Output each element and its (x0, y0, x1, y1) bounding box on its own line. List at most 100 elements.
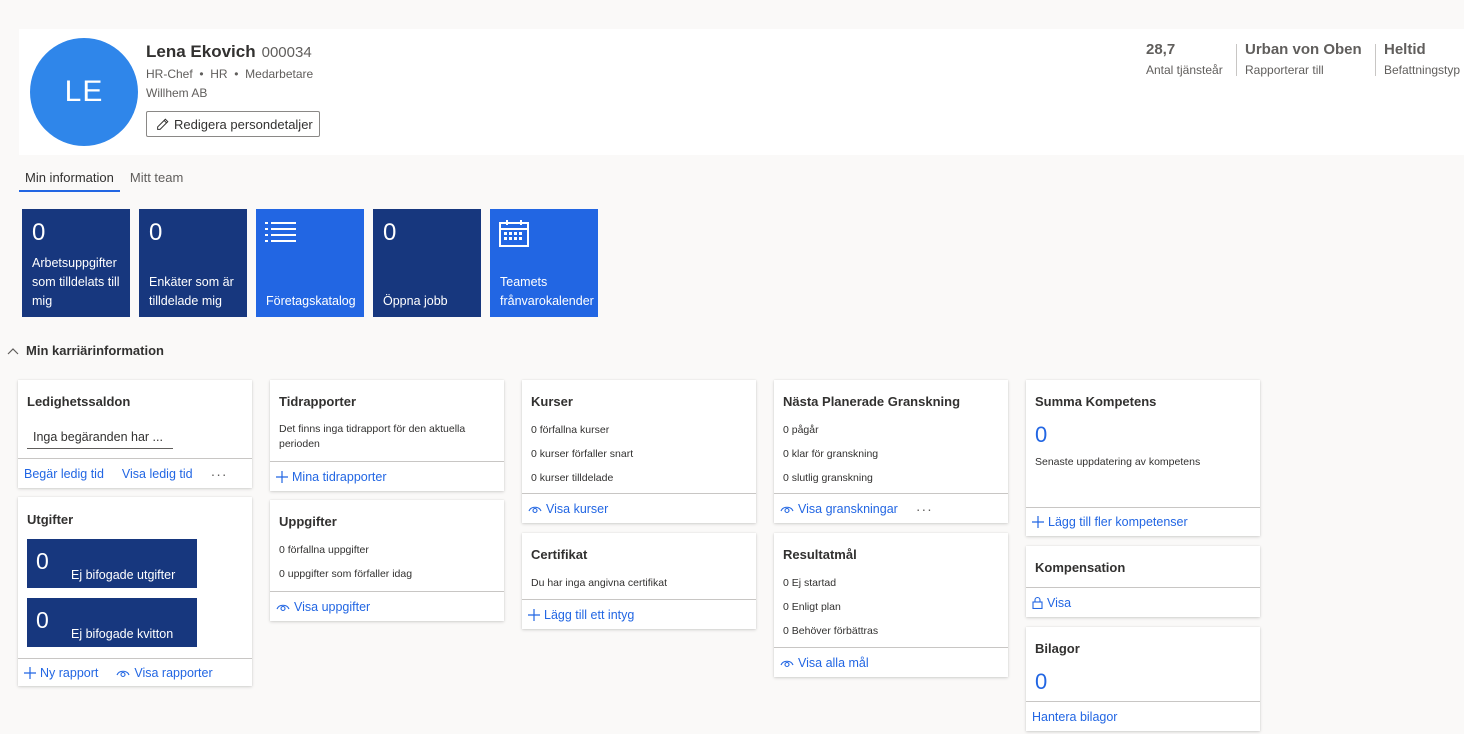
edit-person-details-label: Redigera persondetaljer (174, 116, 313, 132)
stat-label: Befattningstyp (1384, 63, 1461, 77)
plus-icon (276, 470, 288, 483)
card-line: 0 kurser förfaller snart (531, 448, 634, 460)
employee-company: Willhem AB (146, 86, 208, 100)
card-line: 0 klar för granskning (783, 448, 879, 460)
employee-title: HR-Chef (146, 67, 193, 81)
card-title: Kompensation (1035, 560, 1126, 575)
tile-count: 0 (383, 219, 397, 246)
career-section-header[interactable]: Min karriärinformation (7, 343, 164, 358)
stat-divider (1375, 44, 1376, 76)
eye-icon (528, 506, 542, 513)
card-footer: Ny rapport Visa rapporter (18, 658, 252, 686)
view-tasks-link[interactable]: Visa uppgifter (276, 600, 370, 614)
card-performance-goals: Resultatmål 0 Ej startad 0 Enligt plan 0… (774, 533, 1008, 677)
link-label: Visa uppgifter (294, 599, 371, 614)
card-attachments: Bilagor 0 Hantera bilagor (1026, 627, 1260, 731)
card-line: 0 Enligt plan (783, 601, 841, 613)
request-leave-link[interactable]: Begär ledig tid (24, 467, 104, 481)
view-courses-link[interactable]: Visa kurser (528, 502, 608, 516)
tile-assigned-tasks[interactable]: 0 Arbetsuppgifter som tilldelats till mi… (22, 209, 130, 317)
stat-value: Urban von Oben (1245, 41, 1362, 58)
card-title: Ledighetssaldon (27, 394, 131, 409)
link-label: Visa kurser (546, 501, 609, 516)
link-label: Visa alla mål (798, 655, 869, 670)
eye-icon (276, 604, 290, 611)
card-text: Det finns inga tidrapport för den aktuel… (279, 423, 466, 450)
stat-reports-to: Urban von Oben Rapporterar till (1245, 41, 1362, 77)
stat-label: Antal tjänsteår (1146, 63, 1223, 77)
card-footer: Visa alla mål (774, 647, 1008, 677)
link-label: Visa rapporter (134, 665, 213, 680)
card-title: Summa Kompetens (1035, 394, 1157, 409)
tile-company-directory[interactable]: Företagskatalog (256, 209, 364, 317)
new-report-link[interactable]: Ny rapport (24, 666, 98, 680)
tile-label: Företagskatalog (266, 294, 356, 308)
tile-label: Arbetsuppgifter som tilldelats till mig (32, 256, 120, 308)
manage-attachments-link[interactable]: Hantera bilagor (1032, 710, 1117, 724)
card-title: Nästa Planerade Granskning (783, 394, 961, 409)
employee-id: 000034 (261, 44, 312, 61)
employee-name-row: Lena Ekovich 000034 (146, 42, 312, 62)
card-certificates: Certifikat Du har inga angivna certifika… (522, 533, 756, 629)
card-next-review: Nästa Planerade Granskning 0 pågår 0 kla… (774, 380, 1008, 523)
tile-count: 0 (36, 548, 49, 574)
card-title: Bilagor (1035, 641, 1080, 656)
link-label: Ny rapport (40, 665, 99, 680)
list-icon (265, 219, 297, 250)
card-title: Certifikat (531, 547, 588, 562)
card-courses: Kurser 0 förfallna kurser 0 kurser förfa… (522, 380, 756, 523)
card-compensation: Kompensation Visa (1026, 546, 1260, 617)
stat-value: 28,7 (1146, 41, 1176, 58)
tab-my-information[interactable]: Min information (19, 170, 120, 192)
plus-icon (1032, 516, 1044, 528)
section-title: Min karriärinformation (26, 343, 164, 358)
view-all-goals-link[interactable]: Visa alla mål (780, 656, 869, 670)
pencil-icon (157, 118, 169, 130)
link-label: Visa (1047, 595, 1072, 610)
card-line: 0 Behöver förbättras (783, 625, 879, 637)
tile-label: Ej bifogade utgifter (71, 568, 176, 582)
card-text: Senaste uppdatering av kompetens (1035, 456, 1201, 468)
leave-requests-field[interactable] (27, 425, 173, 449)
tile-open-jobs[interactable]: 0 Öppna jobb (373, 209, 481, 317)
tile-count: 0 (36, 607, 49, 633)
card-text: Du har inga angivna certifikat (531, 577, 667, 589)
view-reviews-link[interactable]: Visa granskningar (780, 502, 898, 516)
tile-team-absence-calendar[interactable]: Teamets frånvarokalender (490, 209, 598, 317)
employee-name: Lena Ekovich (146, 42, 256, 61)
card-footer: Hantera bilagor (1026, 701, 1260, 731)
add-skills-link[interactable]: Lägg till fler kompetenser (1032, 515, 1188, 529)
tile-assigned-surveys[interactable]: 0 Enkäter som är tilldelade mig (139, 209, 247, 317)
tile-unattached-receipts[interactable]: 0 Ej bifogade kvitton (27, 598, 197, 647)
tab-my-team[interactable]: Mitt team (124, 170, 189, 192)
bullet-separator: • (230, 67, 242, 81)
card-footer: Begär ledig tid Visa ledig tid ··· (18, 458, 252, 488)
edit-person-details-button[interactable]: Redigera persondetaljer (146, 111, 320, 137)
card-line: 0 Ej startad (783, 577, 837, 589)
card-title: Utgifter (27, 512, 74, 527)
skills-count: 0 (1035, 422, 1048, 447)
more-options-icon[interactable]: ··· (211, 466, 228, 482)
avatar: LE (30, 38, 138, 146)
chevron-up-icon (7, 347, 19, 354)
eye-icon (116, 670, 130, 677)
card-line: 0 uppgifter som förfaller idag (279, 568, 413, 580)
employee-role-line: HR-Chef • HR • Medarbetare (146, 67, 313, 81)
stat-divider (1236, 44, 1237, 76)
add-certificate-link[interactable]: Lägg till ett intyg (528, 608, 634, 622)
my-timesheets-link[interactable]: Mina tidrapporter (276, 470, 387, 484)
card-footer: Visa granskningar ··· (774, 493, 1008, 523)
tile-label: Teamets frånvarokalender (500, 275, 594, 308)
tile-label: Enkäter som är tilldelade mig (149, 275, 234, 308)
card-footer: Visa (1026, 587, 1260, 617)
view-reports-link[interactable]: Visa rapporter (116, 665, 213, 680)
eye-icon (780, 660, 794, 667)
tile-label: Ej bifogade kvitton (71, 627, 174, 641)
more-options-icon[interactable]: ··· (916, 501, 933, 517)
card-tasks: Uppgifter 0 förfallna uppgifter 0 uppgif… (270, 500, 504, 621)
tile-unattached-expenses[interactable]: 0 Ej bifogade utgifter (27, 539, 197, 588)
plus-icon (528, 608, 540, 621)
view-compensation-link[interactable]: Visa (1032, 596, 1071, 610)
view-leave-link[interactable]: Visa ledig tid (122, 467, 193, 481)
card-title: Resultatmål (783, 547, 857, 562)
